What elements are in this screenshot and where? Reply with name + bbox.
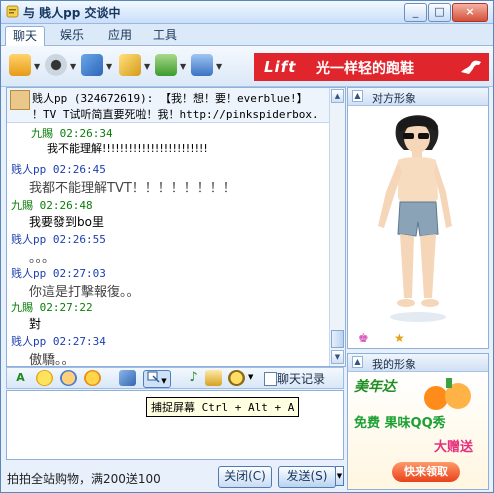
peer-qqshow-figure[interactable] xyxy=(348,106,488,328)
message-header: 贱人pp 02:27:03 xyxy=(11,267,106,280)
title-bar[interactable]: 与 贱人pp 交谈中 _ □ × xyxy=(1,1,493,24)
outfit-icon[interactable]: ♚ xyxy=(358,331,369,345)
tab-bar: 聊天 娱乐 应用 工具 xyxy=(1,24,493,46)
bulletin-line-1: 贱人pp (324672619): 【我！想！要！everblue!】 xyxy=(32,92,308,105)
add-friend-button[interactable]: ▼ xyxy=(153,52,189,80)
chat-history[interactable]: 贱人pp (324672619): 【我！想！要！everblue!】 ！TV … xyxy=(6,87,346,367)
tab-entertainment[interactable]: 娱乐 xyxy=(53,26,91,45)
send-image-icon[interactable] xyxy=(119,370,136,386)
chevron-down-icon[interactable]: ▼ xyxy=(248,373,253,381)
font-icon[interactable]: A xyxy=(12,370,29,386)
star-icon[interactable]: ★ xyxy=(394,331,405,345)
message-text: 我不能理解!!!!!!!!!!!!!!!!!!!!!!!! xyxy=(47,142,208,155)
avatar[interactable] xyxy=(10,90,30,110)
video-chat-icon xyxy=(9,54,31,76)
send-file-button[interactable]: ▼ xyxy=(79,52,115,80)
chevron-down-icon[interactable]: ▼ xyxy=(144,62,150,71)
peer-panel-header[interactable]: ▲ 对方形象 xyxy=(348,88,488,106)
input-toolbar: A ▼ ♪ ▼ 聊天记录 xyxy=(6,367,344,389)
message-list: 九賜 02:26:34 我不能理解!!!!!!!!!!!!!!!!!!!!!!!… xyxy=(7,123,329,366)
message-text: 我要發到bo里 xyxy=(29,215,104,229)
magic-emoticon-icon[interactable] xyxy=(60,370,77,386)
message-text: 對 xyxy=(29,317,42,331)
ad-brand: Lift xyxy=(264,58,297,76)
chevron-down-icon[interactable]: ▼ xyxy=(70,62,76,71)
message-header: 九賜 02:26:48 xyxy=(11,199,93,212)
ad-line-1: 免费 果味QQ秀 xyxy=(354,416,446,431)
send-options-chevron-icon[interactable]: ▼ xyxy=(335,466,344,486)
webcam-icon xyxy=(45,54,67,76)
chat-window: 与 贱人pp 交谈中 _ □ × 聊天 娱乐 应用 工具 ▼ ▼ ▼ ▼ ▼ ▼… xyxy=(0,0,494,493)
chevron-down-icon[interactable]: ▼ xyxy=(106,62,112,71)
claim-button[interactable]: 快来领取 xyxy=(392,462,460,482)
close-button[interactable]: 关闭(C) xyxy=(218,466,272,488)
message-text: 傲驕。。 xyxy=(29,353,75,367)
window-title: 与 贱人pp 交谈中 xyxy=(23,6,121,20)
message-header: 贱人pp 02:27:34 xyxy=(11,335,106,348)
fruit-bottle-icon xyxy=(424,378,471,410)
game-icon[interactable] xyxy=(205,370,222,386)
screenshot-icon xyxy=(147,371,160,383)
chevron-down-icon[interactable]: ▼ xyxy=(216,62,222,71)
draw-button[interactable]: ▼ xyxy=(117,52,153,80)
add-friend-icon xyxy=(155,54,177,76)
screenshot-button[interactable]: ▼ xyxy=(143,370,171,388)
message-header: 九賜 02:26:34 xyxy=(31,127,113,140)
message-header: 贱人pp 02:26:55 xyxy=(11,233,106,246)
tooltip: 捕捉屏幕 Ctrl + Alt + A xyxy=(146,397,300,417)
message-header: 九賜 02:27:22 xyxy=(11,301,93,314)
nudge-icon[interactable] xyxy=(84,370,101,386)
tab-chat[interactable]: 聊天 xyxy=(5,26,46,46)
message-text: 我都不能理解TVT！！！！！！！！ xyxy=(29,181,236,196)
scroll-up-arrow-icon[interactable]: ▲ xyxy=(331,89,344,103)
send-button[interactable]: 发送(S) xyxy=(278,466,336,488)
ad-line-2: 大赠送 xyxy=(434,440,474,455)
chat-history-button[interactable]: 聊天记录 xyxy=(277,370,325,387)
peer-avatar-panel: ▲ 对方形象 ♚ ★ xyxy=(347,87,489,349)
send-file-icon xyxy=(81,54,103,76)
avatar-figure-image xyxy=(378,115,452,322)
puma-logo-icon xyxy=(459,56,483,81)
my-panel-title: 我的形象 xyxy=(372,358,416,371)
tab-apps[interactable]: 应用 xyxy=(101,26,139,45)
close-window-button[interactable]: × xyxy=(452,3,488,22)
status-ad-link[interactable]: 拍拍全站购物，满200送100 xyxy=(7,470,161,487)
voice-icon xyxy=(191,54,213,76)
bulletin: 贱人pp (324672619): 【我！想！要！everblue!】 ！TV … xyxy=(7,88,329,123)
message-text: 你這是打擊報復。。 xyxy=(29,285,140,300)
ad-banner[interactable]: Lift 光一样轻的跑鞋 xyxy=(254,53,489,81)
scroll-down-arrow-icon[interactable]: ▼ xyxy=(331,350,344,364)
maximize-button[interactable]: □ xyxy=(428,3,451,22)
tab-tools[interactable]: 工具 xyxy=(146,26,184,45)
emoticon-icon[interactable] xyxy=(36,370,53,386)
my-avatar-panel: ▲ 我的形象 美年达 免费 果味QQ秀 大赠送 快来领取 xyxy=(347,353,489,490)
scroll-thumb[interactable] xyxy=(331,330,344,348)
qqshow-ad[interactable]: 美年达 免费 果味QQ秀 大赠送 快来领取 xyxy=(348,372,488,489)
my-panel-header[interactable]: ▲ 我的形象 xyxy=(348,354,488,372)
music-icon[interactable]: ♪ xyxy=(185,370,202,386)
bulletin-line-2: ！TV T试听简直要死啦！我！http://pinkspiderbox. xyxy=(32,108,319,121)
chevron-down-icon[interactable]: ▼ xyxy=(34,62,40,71)
draw-icon xyxy=(119,54,141,76)
gift-icon[interactable] xyxy=(228,370,245,386)
chevron-down-icon: ▼ xyxy=(161,377,167,385)
history-icon[interactable] xyxy=(264,372,277,386)
chat-scrollbar[interactable]: ▲ ▼ xyxy=(329,88,345,366)
voice-button[interactable]: ▼ xyxy=(189,52,225,80)
collapse-up-icon[interactable]: ▲ xyxy=(352,356,363,368)
peer-panel-title: 对方形象 xyxy=(372,92,416,105)
video-chat-button[interactable]: ▼ xyxy=(7,52,43,80)
message-header: 贱人pp 02:26:45 xyxy=(11,163,106,176)
ad-slogan: 光一样轻的跑鞋 xyxy=(316,61,414,77)
chevron-down-icon[interactable]: ▼ xyxy=(180,62,186,71)
chat-window-icon xyxy=(6,5,19,18)
collapse-up-icon[interactable]: ▲ xyxy=(352,90,363,102)
minimize-button[interactable]: _ xyxy=(404,3,427,22)
webcam-button[interactable]: ▼ xyxy=(43,52,79,80)
ad-brand: 美年达 xyxy=(354,379,396,395)
message-text: 。。。 xyxy=(29,251,56,266)
